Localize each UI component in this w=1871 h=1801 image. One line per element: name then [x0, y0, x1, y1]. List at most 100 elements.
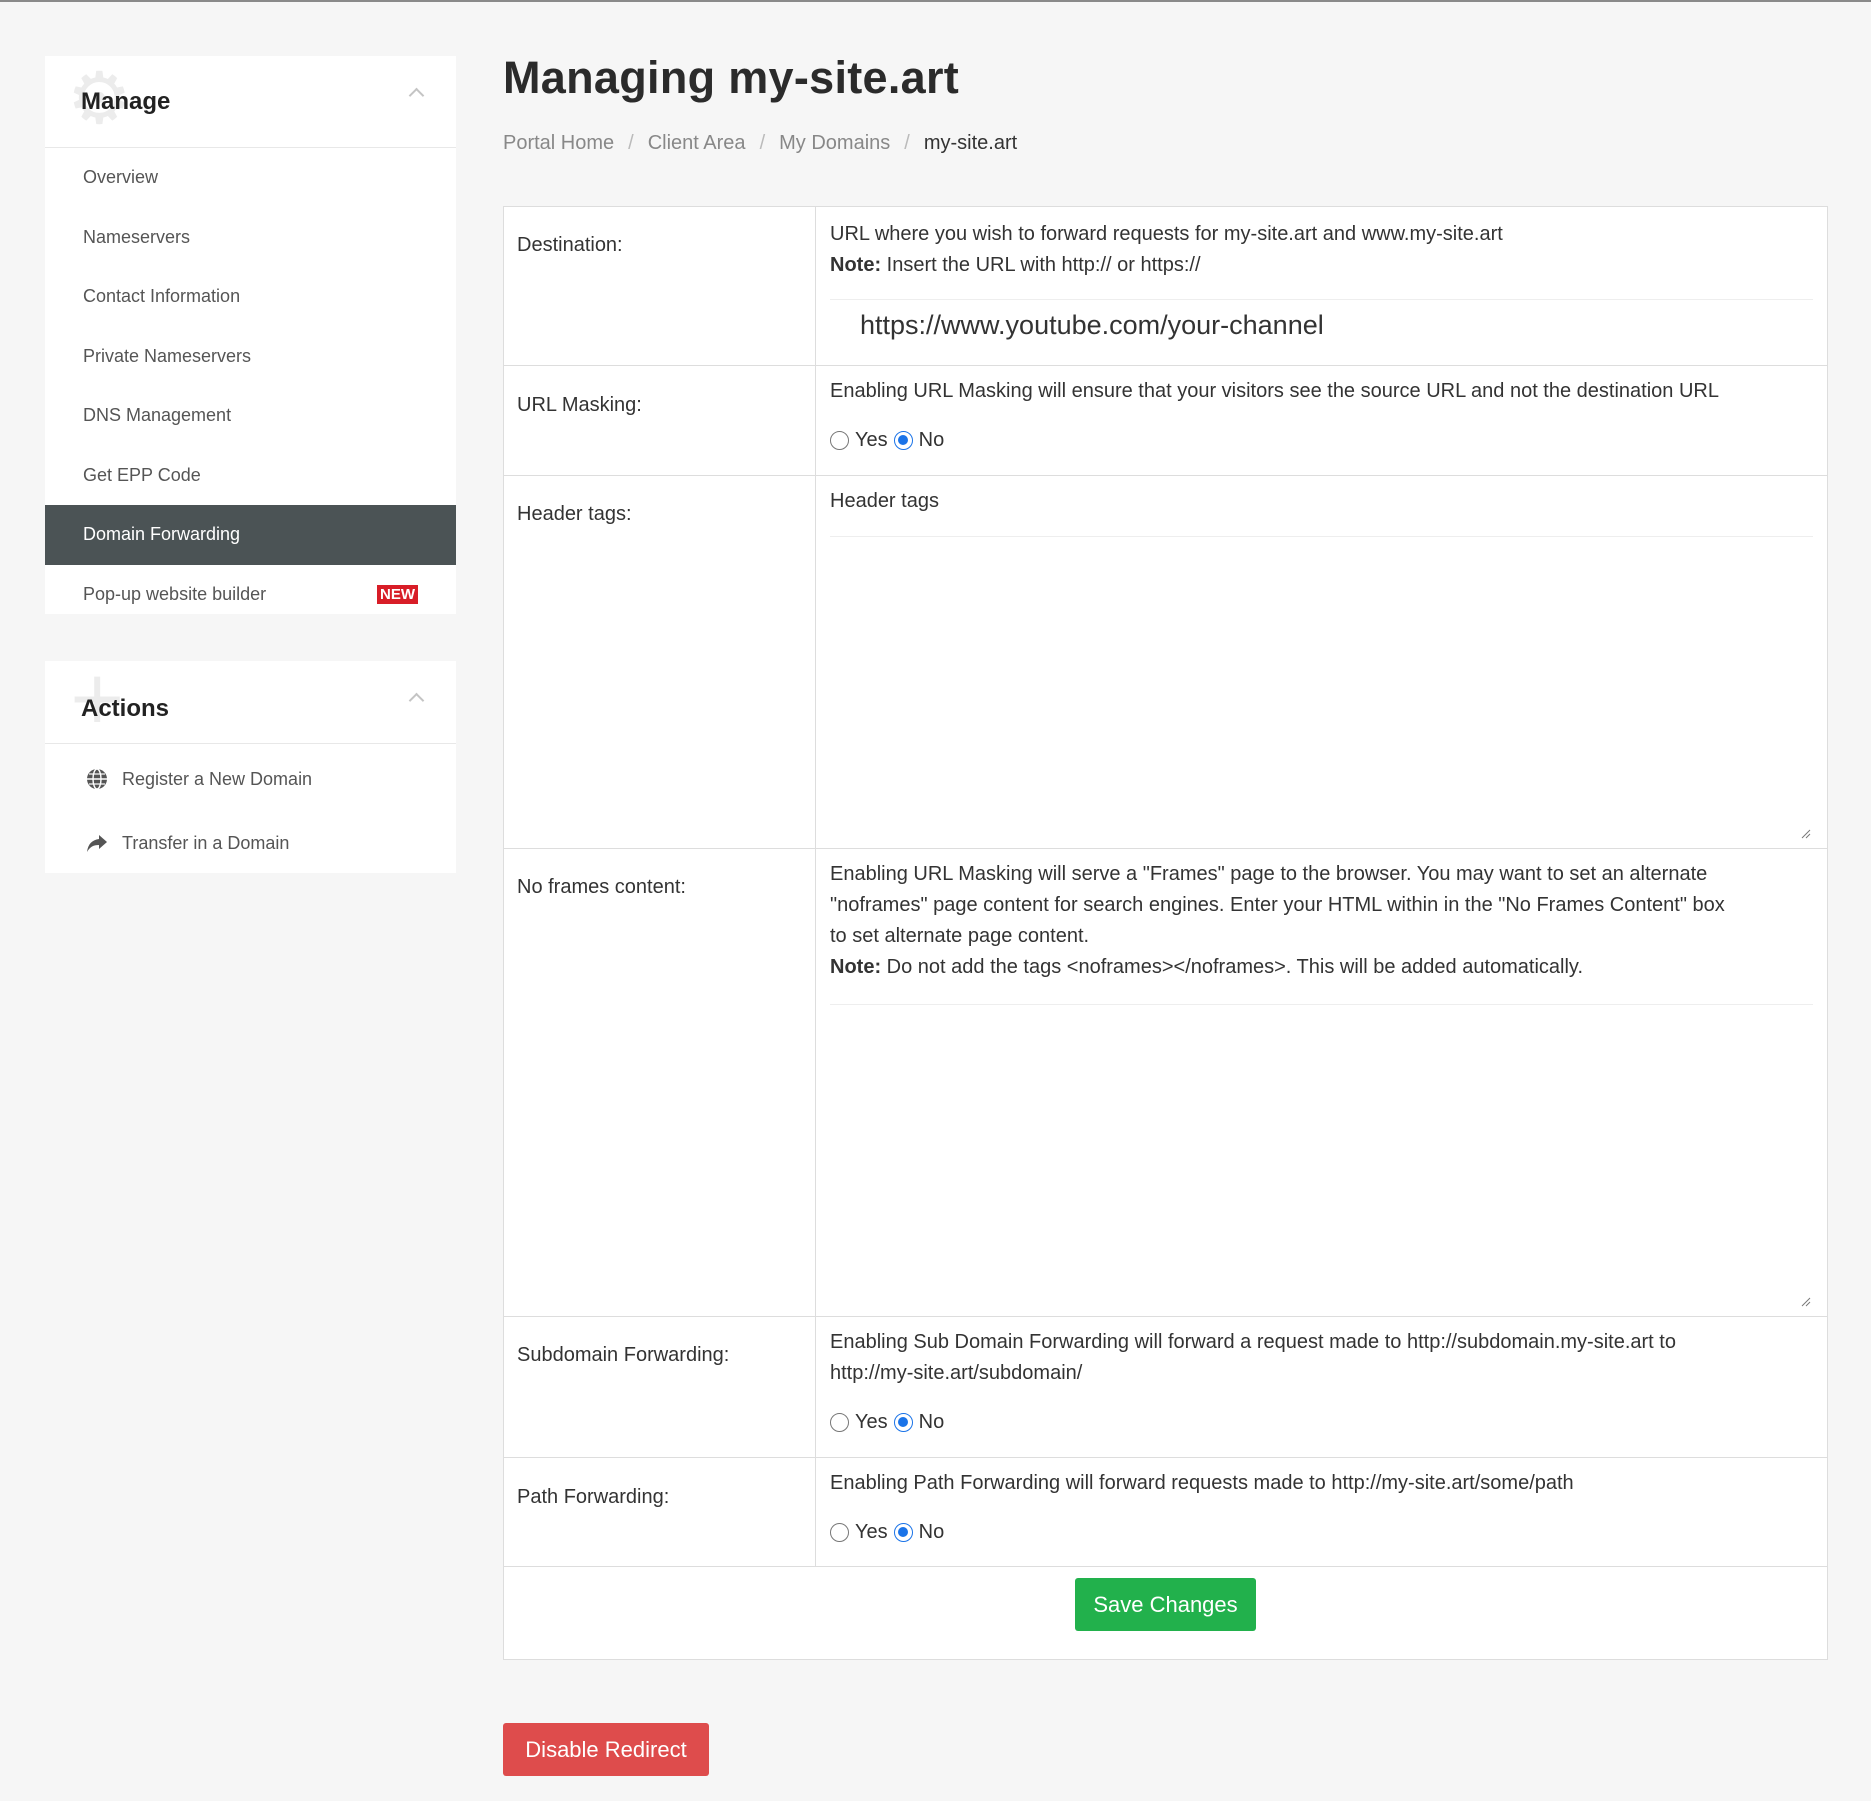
subdomain-forwarding-label: Subdomain Forwarding: [517, 1344, 730, 1366]
breadcrumb-portal-home[interactable]: Portal Home [503, 132, 614, 154]
header-tags-description: Header tags [830, 490, 939, 512]
subdomain-forwarding-radio-group: Yes No [830, 1411, 950, 1434]
action-label: Transfer in a Domain [122, 833, 290, 853]
radio-label-yes: Yes [855, 1521, 888, 1543]
breadcrumb: Portal Home / Client Area / My Domains / my-si… [503, 132, 1017, 155]
url-masking-radio-group: Yes No [830, 429, 950, 452]
path-forwarding-description: Enabling Path Forwarding will forward re… [830, 1472, 1574, 1494]
subdomain-no-radio[interactable] [893, 1413, 913, 1432]
manage-panel: ⚙ Manage Overview Nameservers Contact In… [45, 56, 456, 614]
sidebar-item-popup-website-builder[interactable]: Pop-up website builder NEW [45, 565, 456, 625]
sidebar-item-dns-management[interactable]: DNS Management [45, 386, 456, 446]
value-cell: Enabling URL Masking will serve a "Frame… [816, 849, 1827, 1316]
no-frames-textarea[interactable] [830, 1004, 1813, 1309]
actions-panel: + Actions Register a New Domain Transfer… [45, 661, 456, 873]
destination-note: Note: Insert the URL with http:// or htt… [830, 250, 1813, 281]
row-url-masking: URL Masking: Enabling URL Masking will e… [504, 366, 1827, 476]
label-cell: No frames content: [504, 849, 816, 1316]
label-cell: URL Masking: [504, 366, 816, 475]
sidebar-item-private-nameservers[interactable]: Private Nameservers [45, 327, 456, 387]
subdomain-desc-line-2: http://my-site.art/subdomain/ [830, 1362, 1083, 1384]
no-frames-description: Enabling URL Masking will serve a "Frame… [830, 859, 1813, 983]
no-frames-desc-line-2: "noframes" page content for search engin… [830, 894, 1725, 916]
url-masking-no-radio[interactable] [893, 431, 913, 450]
subdomain-desc-line-1: Enabling Sub Domain Forwarding will forw… [830, 1331, 1676, 1353]
label-cell: Subdomain Forwarding: [504, 1317, 816, 1457]
value-cell: Enabling URL Masking will ensure that yo… [816, 366, 1827, 475]
path-forwarding-no-radio[interactable] [893, 1523, 913, 1542]
resize-handle-icon[interactable] [1801, 1297, 1811, 1307]
row-destination: Destination: URL where you wish to forwa… [504, 207, 1827, 366]
action-transfer-domain[interactable]: Transfer in a Domain [45, 811, 456, 875]
no-frames-desc-line-1: Enabling URL Masking will serve a "Frame… [830, 863, 1708, 885]
subdomain-yes-radio[interactable] [830, 1413, 849, 1432]
no-frames-desc-line-3: to set alternate page content. [830, 925, 1090, 947]
breadcrumb-separator: / [759, 132, 766, 154]
top-border [0, 0, 1871, 2]
radio-label-yes: Yes [855, 1411, 888, 1433]
destination-url-value: https://www.youtube.com/your-channel [860, 310, 1324, 340]
row-header-tags: Header tags: Header tags [504, 476, 1827, 849]
url-masking-label: URL Masking: [517, 394, 642, 416]
breadcrumb-my-domains[interactable]: My Domains [779, 132, 890, 154]
note-label: Note: [830, 254, 882, 276]
manage-panel-title: Manage [81, 88, 171, 115]
share-arrow-icon [87, 835, 107, 852]
value-cell: Enabling Path Forwarding will forward re… [816, 1458, 1827, 1566]
sidebar-item-domain-forwarding[interactable]: Domain Forwarding [45, 505, 456, 565]
value-cell: Enabling Sub Domain Forwarding will forw… [816, 1317, 1827, 1457]
header-tags-label: Header tags: [517, 503, 632, 525]
url-masking-yes-radio[interactable] [830, 431, 849, 450]
destination-desc-text: URL where you wish to forward requests f… [830, 223, 1503, 245]
globe-icon [87, 768, 107, 790]
no-frames-note: Note: Do not add the tags <noframes></no… [830, 952, 1813, 983]
path-forwarding-label: Path Forwarding: [517, 1486, 670, 1508]
disable-redirect-button[interactable]: Disable Redirect [503, 1723, 709, 1776]
page-title: Managing my-site.art [503, 52, 960, 103]
path-forwarding-yes-radio[interactable] [830, 1523, 849, 1542]
destination-url-input[interactable]: https://www.youtube.com/your-channel [830, 299, 1813, 363]
radio-label-no: No [918, 429, 945, 451]
row-subdomain-forwarding: Subdomain Forwarding: Enabling Sub Domai… [504, 1317, 1827, 1458]
action-register-domain[interactable]: Register a New Domain [45, 747, 456, 811]
value-cell: Header tags [816, 476, 1827, 848]
resize-handle-icon[interactable] [1801, 829, 1811, 839]
row-no-frames: No frames content: Enabling URL Masking … [504, 849, 1827, 1317]
radio-label-no: No [918, 1411, 945, 1433]
actions-panel-header[interactable]: + Actions [45, 661, 456, 744]
action-label: Register a New Domain [122, 769, 313, 789]
sidebar-item-contact-information[interactable]: Contact Information [45, 267, 456, 327]
breadcrumb-separator: / [904, 132, 910, 154]
no-frames-label: No frames content: [517, 876, 686, 898]
note-label: Note: [830, 956, 882, 978]
sidebar-item-get-epp-code[interactable]: Get EPP Code [45, 446, 456, 506]
note-text: Do not add the tags <noframes></noframes… [881, 956, 1583, 978]
forwarding-form: Destination: URL where you wish to forwa… [503, 206, 1828, 1660]
subdomain-forwarding-description: Enabling Sub Domain Forwarding will forw… [830, 1327, 1813, 1389]
radio-label-no: No [918, 1521, 945, 1543]
new-badge: NEW [377, 584, 418, 604]
manage-panel-header[interactable]: ⚙ Manage [45, 56, 456, 148]
row-path-forwarding: Path Forwarding: Enabling Path Forwardin… [504, 1458, 1827, 1567]
label-cell: Path Forwarding: [504, 1458, 816, 1566]
path-forwarding-radio-group: Yes No [830, 1521, 950, 1544]
url-masking-description: Enabling URL Masking will ensure that yo… [830, 380, 1719, 402]
radio-label-yes: Yes [855, 429, 888, 451]
value-cell: URL where you wish to forward requests f… [816, 207, 1827, 365]
sidebar-item-overview[interactable]: Overview [45, 148, 456, 208]
sidebar-item-nameservers[interactable]: Nameservers [45, 208, 456, 268]
header-tags-textarea[interactable] [830, 536, 1813, 841]
label-cell: Header tags: [504, 476, 816, 848]
chevron-up-icon[interactable] [408, 87, 425, 104]
breadcrumb-current: my-site.art [923, 132, 1018, 154]
actions-panel-title: Actions [81, 695, 170, 722]
destination-description: URL where you wish to forward requests f… [830, 219, 1813, 281]
chevron-up-icon[interactable] [408, 692, 425, 709]
label-cell: Destination: [504, 207, 816, 365]
destination-label: Destination: [517, 234, 623, 256]
sidebar-item-label: Pop-up website builder [83, 583, 267, 604]
breadcrumb-client-area[interactable]: Client Area [648, 132, 746, 154]
save-changes-button[interactable]: Save Changes [1075, 1578, 1256, 1631]
note-text: Insert the URL with http:// or https:// [881, 254, 1201, 276]
breadcrumb-separator: / [628, 132, 634, 154]
